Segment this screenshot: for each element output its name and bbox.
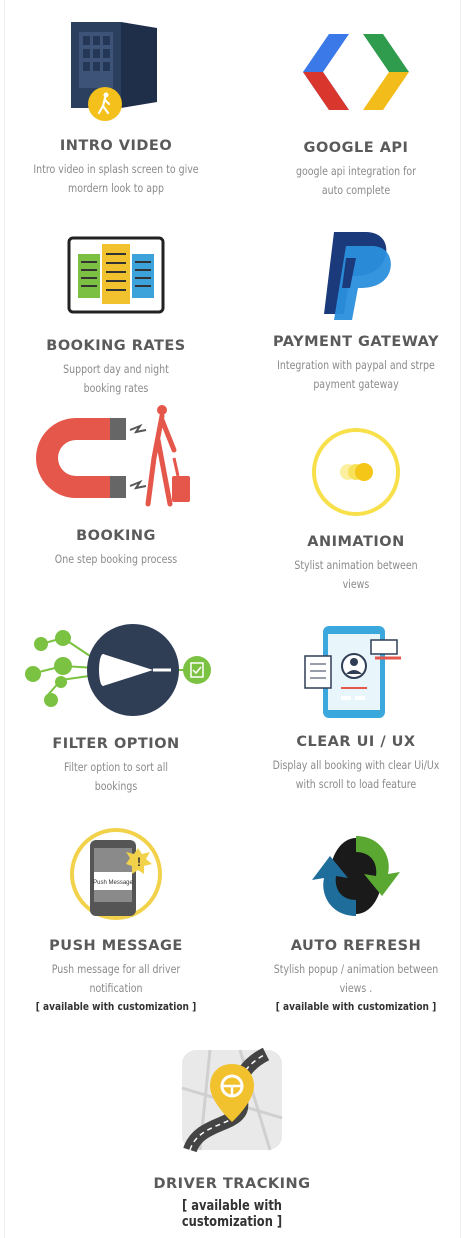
feature-driver-tracking: DRIVER TRACKING [ available with customi… [116,1048,348,1230]
feature-desc: Filter option to sort all bookings [64,760,168,793]
refresh-arrows-icon [312,836,400,916]
feature-title: BOOKING [76,528,156,544]
feature-title: AUTO REFRESH [290,938,422,954]
paypal-icon [324,232,391,320]
feature-title: BOOKING RATES [46,338,186,354]
availability-note: [ available with customization ] [275,1000,437,1013]
door-walker-icon [71,22,157,121]
feature-title: GOOGLE API [303,140,409,156]
feature-desc: Integration with paypal and strpe payment… [277,358,435,391]
feature-title: CLEAR UI / UX [296,734,416,750]
feature-title: INTRO VIDEO [59,138,173,154]
feature-payment-gateway: PAYMENT GATEWAY Integration with paypal … [240,228,465,394]
feature-animation: ANIMATION Stylist animation between views [240,426,465,594]
animation-icon [312,428,400,516]
magnet-traveler-icon [36,405,190,507]
feature-title: PAYMENT GATEWAY [272,334,439,350]
feature-intro-video: INTRO VIDEO Intro video in splash screen… [0,18,232,198]
push-message-icon: Push Message ! [70,828,162,920]
feature-desc: Display all booking with clear Ui/Ux with… [272,758,440,791]
availability-note: [ available with customization ] [181,1198,283,1230]
google-api-icon [303,34,409,110]
feature-desc: Stylish popup / animation between views . [273,962,439,995]
phone-profile-icon [304,626,401,718]
feature-desc: google api integration for auto complete [295,164,417,197]
phone-notification-text: Push Message [93,880,133,886]
feature-title: ANIMATION [307,534,405,550]
availability-note: [ available with customization ] [35,1000,197,1013]
booking-rates-icon [67,236,165,314]
feature-desc: Stylist animation between views [294,558,418,591]
feature-google-api: GOOGLE API google api integration for aut… [240,22,465,200]
feature-title: PUSH MESSAGE [49,938,183,954]
feature-push-message: Push Message ! PUSH MESSAGE Push message… [0,826,232,1013]
feature-desc: One step booking process [54,552,178,566]
svg-text:!: ! [137,855,141,869]
map-pin-road-icon [181,1048,283,1152]
filter-funnel-icon [25,624,211,716]
feature-desc: Push message for all driver notification [51,962,181,995]
feature-clear-ui-ux: CLEAR UI / UX Display all booking with c… [240,624,465,794]
feature-title: FILTER OPTION [52,736,180,752]
feature-desc: Intro video in splash screen to give mord… [33,162,199,195]
feature-title: DRIVER TRACKING [153,1176,311,1192]
feature-booking: BOOKING One step booking process [0,400,232,569]
feature-auto-refresh: AUTO REFRESH Stylish popup / animation b… [240,826,465,1013]
feature-filter-option: FILTER OPTION Filter option to sort all b… [0,620,232,796]
feature-desc: Support day and night booking rates [63,362,169,395]
feature-booking-rates: BOOKING RATES Support day and night booki… [0,232,232,398]
